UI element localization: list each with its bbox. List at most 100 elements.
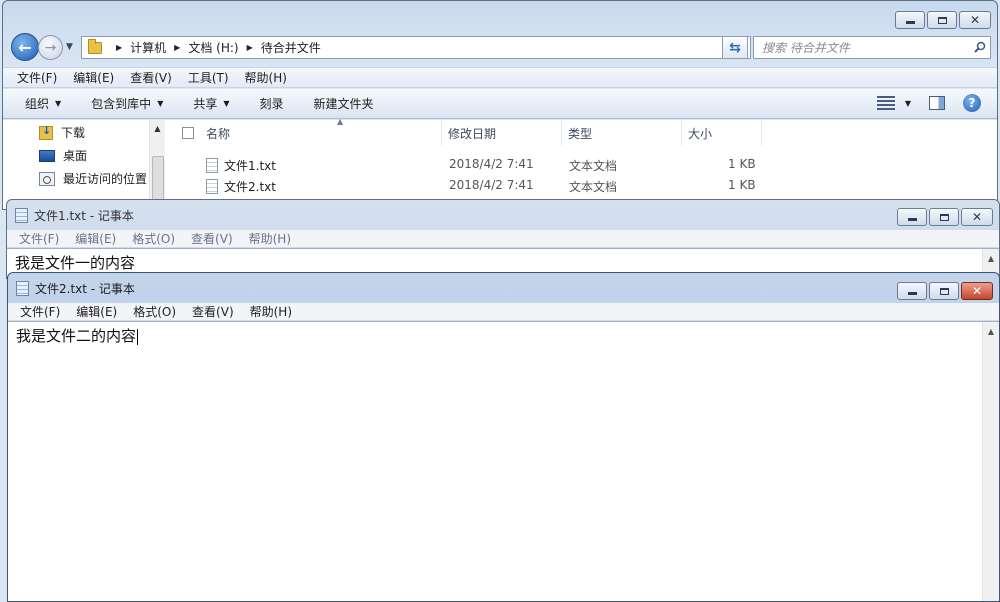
new-folder-button[interactable]: 新建文件夹 bbox=[314, 95, 374, 112]
menu-view[interactable]: 查看(V) bbox=[130, 69, 172, 86]
file-row[interactable]: 文件2.txt 2018/4/2 7:41 文本文档 1 KB bbox=[166, 175, 997, 195]
burn-label: 刻录 bbox=[259, 97, 284, 111]
search-icon[interactable] bbox=[974, 41, 986, 53]
forward-button[interactable]: → bbox=[38, 35, 63, 60]
include-in-library-label: 包含到库中 bbox=[91, 97, 152, 111]
column-header-date[interactable]: 修改日期 bbox=[442, 120, 562, 146]
search-input[interactable]: 搜索 待合并文件 bbox=[753, 36, 991, 59]
notepad-window-file1: 文件1.txt - 记事本 ✕ 文件(F) 编辑(E) 格式(O) 查看(V) … bbox=[6, 199, 1000, 279]
maximize-icon bbox=[937, 16, 947, 24]
notepad1-close-button[interactable]: ✕ bbox=[961, 208, 993, 226]
menu-view[interactable]: 查看(V) bbox=[192, 303, 234, 320]
menu-view[interactable]: 查看(V) bbox=[191, 230, 233, 247]
notepad2-close-button[interactable]: ✕ bbox=[961, 282, 993, 300]
menu-edit[interactable]: 编辑(E) bbox=[75, 230, 116, 247]
file-name-cell[interactable]: 文件2.txt bbox=[206, 178, 276, 195]
burn-button[interactable]: 刻录 bbox=[260, 95, 284, 112]
nav-item-desktop[interactable]: 桌面 bbox=[39, 147, 87, 164]
menu-file[interactable]: 文件(F) bbox=[19, 230, 59, 247]
select-all-checkbox-cell[interactable] bbox=[166, 120, 194, 146]
toolbar-right-group: ▼ ? bbox=[876, 94, 981, 112]
menu-file[interactable]: 文件(F) bbox=[17, 69, 57, 86]
explorer-minimize-button[interactable] bbox=[895, 11, 925, 29]
include-in-library-button[interactable]: 包含到库中 ▼ bbox=[91, 95, 163, 112]
notepad2-content: 我是文件二的内容 bbox=[16, 327, 137, 345]
file-list-header: ▲ 名称 修改日期 类型 大小 bbox=[166, 117, 997, 146]
chevron-down-icon: ▼ bbox=[157, 99, 164, 108]
column-header-size[interactable]: 大小 bbox=[682, 120, 762, 146]
chevron-right-icon[interactable]: ▶ bbox=[174, 43, 180, 52]
column-date-label: 修改日期 bbox=[448, 126, 497, 141]
file-size: 1 KB bbox=[728, 178, 756, 192]
breadcrumb-documents[interactable]: 文档 (H:) bbox=[188, 39, 238, 56]
nav-pane-scrollbar[interactable]: ▲ bbox=[149, 120, 165, 209]
menu-format[interactable]: 格式(O) bbox=[133, 303, 176, 320]
select-all-checkbox[interactable] bbox=[182, 127, 194, 139]
menu-edit[interactable]: 编辑(E) bbox=[76, 303, 117, 320]
notepad1-maximize-button[interactable] bbox=[929, 208, 959, 226]
notepad2-text-area[interactable]: 我是文件二的内容 ▲ bbox=[8, 321, 999, 601]
maximize-icon bbox=[939, 287, 949, 295]
notepad2-title: 文件2.txt - 记事本 bbox=[16, 280, 135, 297]
recent-pages-dropdown[interactable]: ▼ bbox=[66, 42, 73, 52]
close-icon: ✕ bbox=[971, 284, 983, 298]
organize-label: 组织 bbox=[25, 97, 50, 111]
address-bar[interactable]: ▶ 计算机 ▶ 文档 (H:) ▶ 待合并文件 ▼ bbox=[81, 36, 751, 59]
chevron-right-icon[interactable]: ▶ bbox=[247, 43, 253, 52]
column-size-label: 大小 bbox=[688, 126, 713, 141]
menu-file[interactable]: 文件(F) bbox=[20, 303, 60, 320]
explorer-close-button[interactable]: ✕ bbox=[959, 11, 991, 29]
notepad1-title: 文件1.txt - 记事本 bbox=[15, 207, 134, 224]
column-header-type[interactable]: 类型 bbox=[562, 120, 682, 146]
chevron-down-icon: ▼ bbox=[223, 99, 230, 108]
share-button[interactable]: 共享 ▼ bbox=[193, 95, 229, 112]
refresh-button[interactable]: ⇆ bbox=[722, 36, 748, 59]
notepad2-title-bar[interactable]: 文件2.txt - 记事本 ✕ bbox=[8, 273, 999, 303]
notepad1-caption-buttons: ✕ bbox=[897, 208, 993, 226]
menu-help[interactable]: 帮助(H) bbox=[250, 303, 292, 320]
back-arrow-icon: ← bbox=[18, 37, 32, 57]
recent-places-icon bbox=[39, 171, 55, 186]
file-type: 文本文档 bbox=[569, 180, 618, 194]
menu-tools[interactable]: 工具(T) bbox=[188, 69, 229, 86]
menu-help[interactable]: 帮助(H) bbox=[249, 230, 291, 247]
address-row: ← → ▼ ▶ 计算机 ▶ 文档 (H:) ▶ 待合并文件 ▼ ⇆ 搜索 待合并… bbox=[11, 33, 991, 61]
desktop-icon bbox=[39, 149, 55, 162]
file-name-cell[interactable]: 文件1.txt bbox=[206, 157, 276, 174]
sort-ascending-icon: ▲ bbox=[337, 117, 344, 126]
menu-edit[interactable]: 编辑(E) bbox=[73, 69, 114, 86]
menu-format[interactable]: 格式(O) bbox=[132, 230, 175, 247]
scroll-up-arrow-icon[interactable]: ▲ bbox=[983, 327, 999, 336]
notepad-icon bbox=[16, 281, 29, 296]
column-name-label: 名称 bbox=[206, 126, 231, 141]
chevron-right-icon[interactable]: ▶ bbox=[116, 43, 122, 52]
column-type-label: 类型 bbox=[568, 126, 593, 141]
explorer-maximize-button[interactable] bbox=[927, 11, 957, 29]
explorer-command-bar: 组织 ▼ 包含到库中 ▼ 共享 ▼ 刻录 新建文件夹 ▼ ? bbox=[3, 89, 997, 119]
file-list: ▲ 名称 修改日期 类型 大小 文件1.txt 2018/4/2 7:41 文本… bbox=[166, 117, 997, 209]
breadcrumb-current-folder[interactable]: 待合并文件 bbox=[261, 39, 321, 56]
notepad1-title-bar[interactable]: 文件1.txt - 记事本 ✕ bbox=[7, 200, 999, 230]
file-row[interactable]: 文件1.txt 2018/4/2 7:41 文本文档 1 KB bbox=[166, 154, 997, 174]
chevron-down-icon: ▼ bbox=[904, 98, 911, 108]
nav-item-downloads[interactable]: 下载 bbox=[39, 124, 85, 141]
notepad2-minimize-button[interactable] bbox=[897, 282, 927, 300]
file-size: 1 KB bbox=[728, 157, 756, 171]
scroll-up-arrow-icon[interactable]: ▲ bbox=[150, 124, 165, 133]
file-type: 文本文档 bbox=[569, 159, 618, 173]
notepad2-maximize-button[interactable] bbox=[929, 282, 959, 300]
change-view-button[interactable]: ▼ bbox=[876, 96, 911, 110]
chevron-down-icon: ▼ bbox=[55, 99, 62, 108]
view-list-icon bbox=[876, 96, 895, 110]
nav-item-recent-places[interactable]: 最近访问的位置 bbox=[39, 170, 147, 187]
breadcrumb-computer[interactable]: 计算机 bbox=[130, 39, 166, 56]
organize-button[interactable]: 组织 ▼ bbox=[25, 95, 61, 112]
help-icon[interactable]: ? bbox=[963, 94, 981, 112]
menu-help[interactable]: 帮助(H) bbox=[245, 69, 287, 86]
notepad1-minimize-button[interactable] bbox=[897, 208, 927, 226]
notepad2-scrollbar[interactable]: ▲ bbox=[982, 322, 999, 601]
column-header-name[interactable]: ▲ 名称 bbox=[200, 117, 442, 146]
back-button[interactable]: ← bbox=[11, 33, 39, 61]
scroll-up-arrow-icon[interactable]: ▲ bbox=[983, 254, 999, 263]
preview-pane-icon[interactable] bbox=[929, 96, 945, 110]
